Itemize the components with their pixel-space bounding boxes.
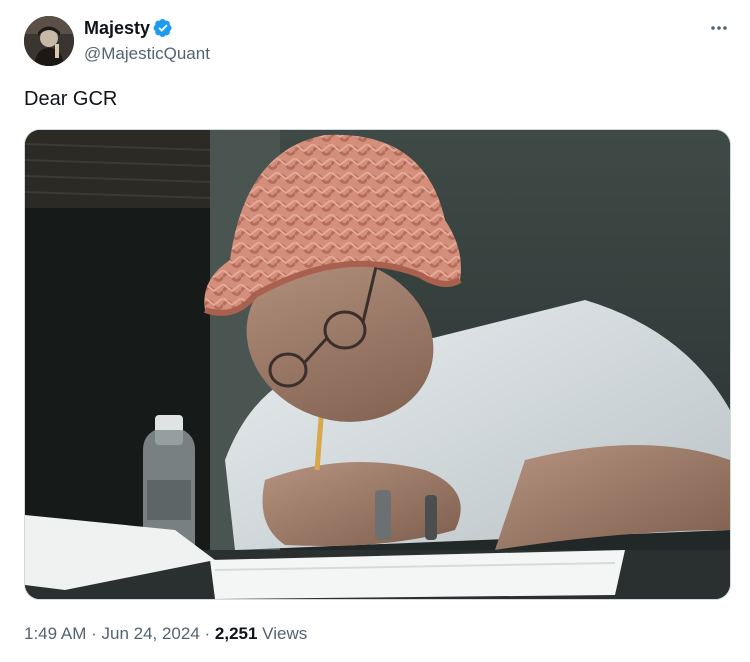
tweet-date[interactable]: Jun 24, 2024 [101, 624, 199, 643]
tweet-meta: 1:49 AM · Jun 24, 2024 · 2,251 Views [24, 623, 307, 645]
user-handle[interactable]: @MajesticQuant [84, 43, 210, 65]
verified-badge-icon [153, 18, 173, 38]
avatar[interactable] [24, 16, 74, 66]
meta-separator: · [199, 624, 215, 643]
media-image [25, 130, 730, 599]
avatar-image [24, 16, 74, 66]
tweet-media[interactable] [24, 129, 731, 600]
tweet-time[interactable]: 1:49 AM [24, 624, 86, 643]
tweet-text: Dear GCR [24, 88, 118, 110]
display-name[interactable]: Majesty [84, 17, 150, 39]
more-options-icon[interactable] [708, 18, 730, 38]
tweet-card: Majesty @MajesticQuant Dear GCR 1:49 AM … [0, 0, 750, 662]
views-label: Views [257, 624, 308, 643]
meta-separator: · [86, 624, 102, 643]
name-row: Majesty [84, 17, 173, 39]
views-count: 2,251 [214, 624, 258, 643]
